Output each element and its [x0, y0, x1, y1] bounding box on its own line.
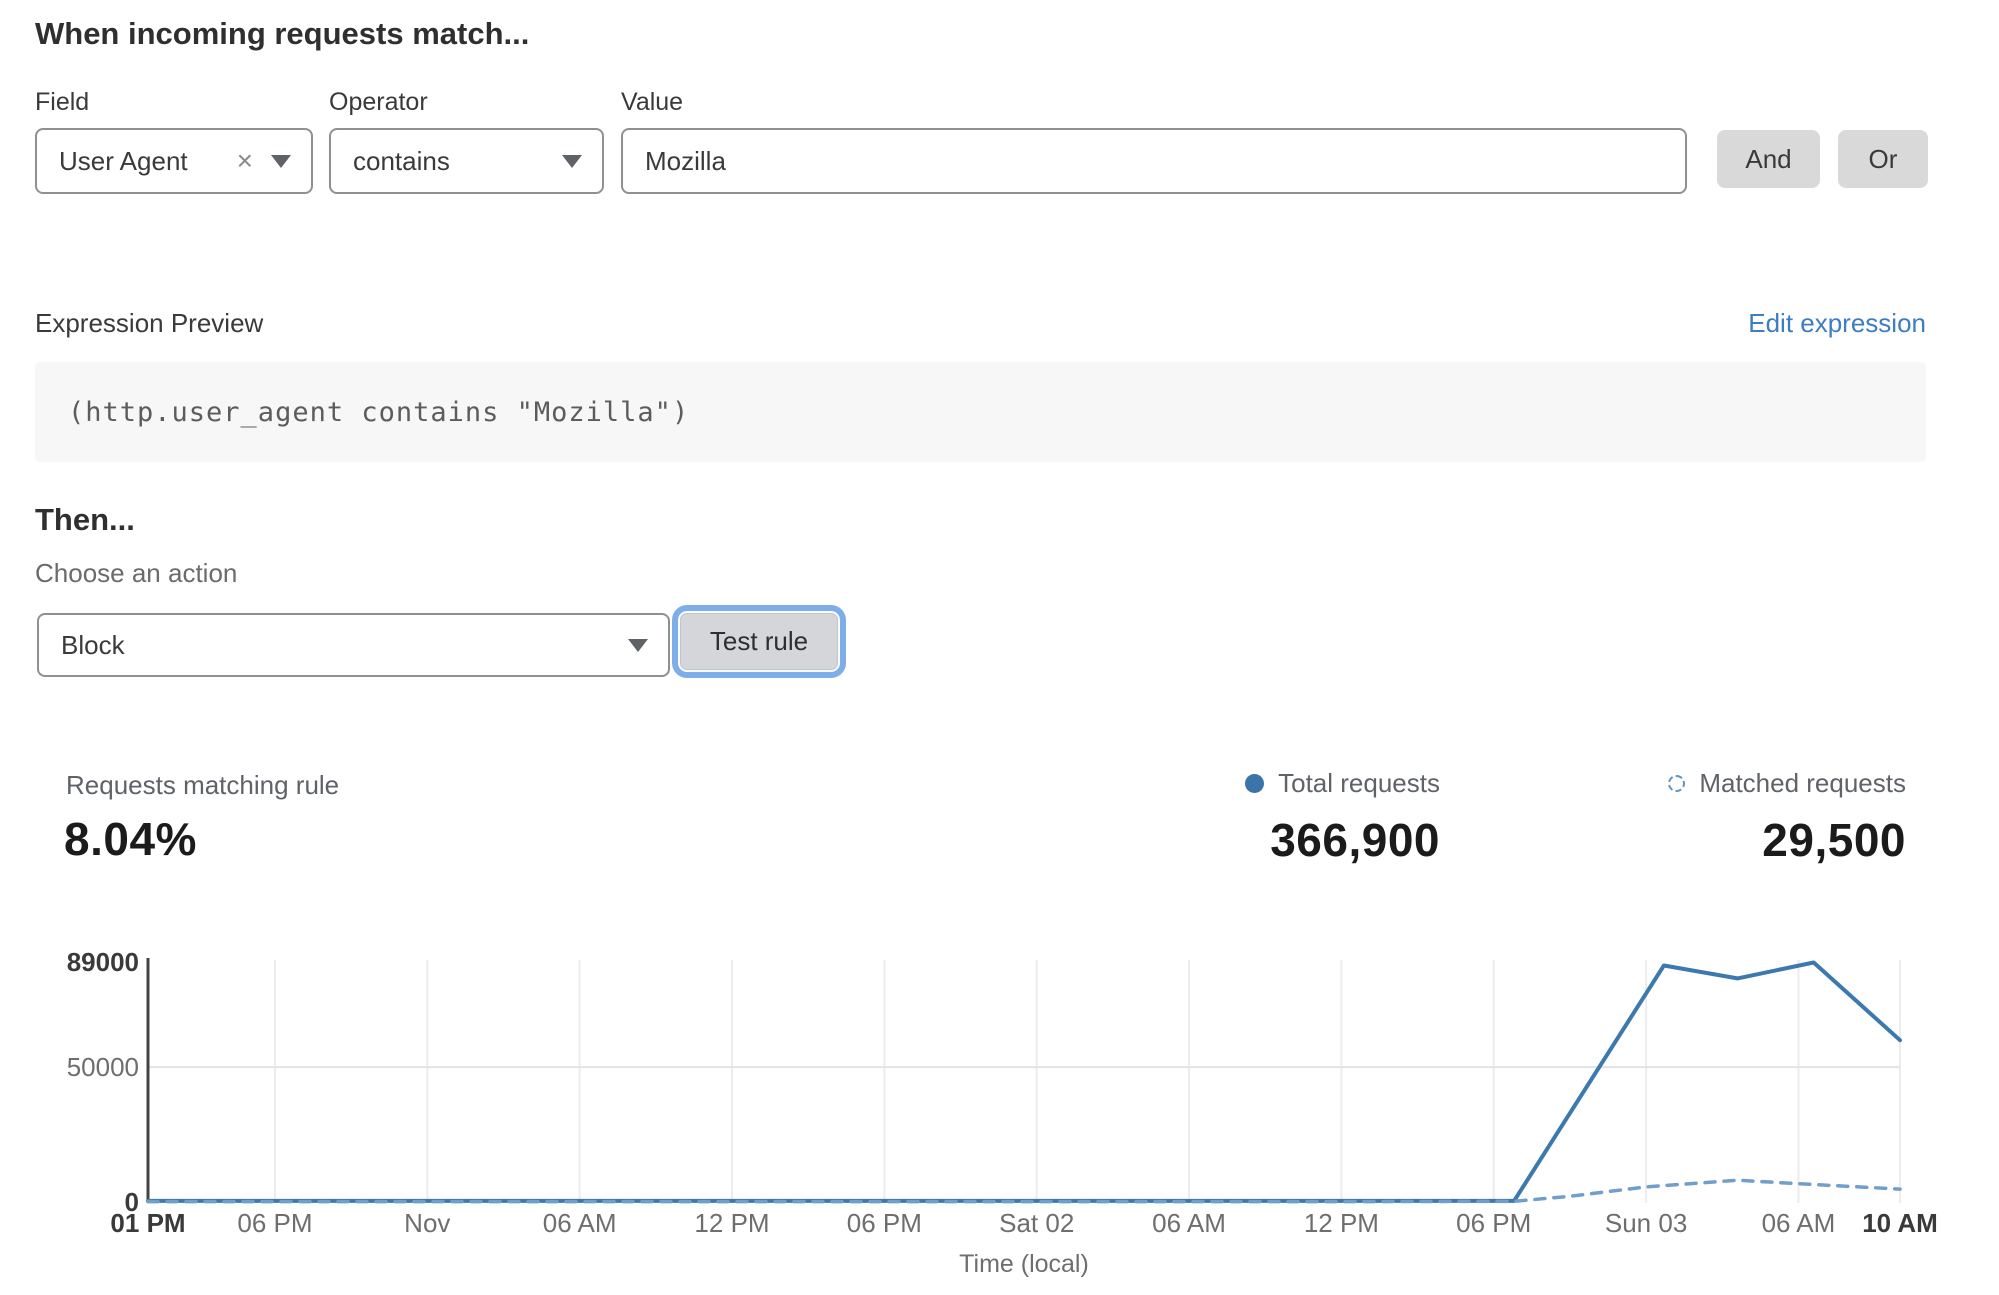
then-heading: Then... [35, 502, 135, 538]
or-button[interactable]: Or [1838, 130, 1928, 188]
requests-chart: 8900050000001 PM06 PMNov06 AM12 PM06 PMS… [0, 940, 1999, 1295]
value-label: Value [621, 88, 683, 117]
chevron-down-icon [628, 639, 648, 652]
matched-requests-legend-icon [1668, 775, 1685, 792]
operator-select-value: contains [331, 146, 562, 177]
svg-text:06 AM: 06 AM [1762, 1208, 1836, 1238]
total-requests-value: 366,900 [1150, 813, 1440, 867]
svg-text:06 PM: 06 PM [237, 1208, 312, 1238]
svg-text:12 PM: 12 PM [694, 1208, 769, 1238]
requests-matching-value: 8.04% [64, 812, 197, 866]
matched-requests-stat: Matched requests 29,500 [1616, 768, 1906, 867]
value-input[interactable] [621, 128, 1687, 194]
matched-requests-value: 29,500 [1616, 813, 1906, 867]
svg-text:01 PM: 01 PM [110, 1208, 185, 1238]
expression-preview-label: Expression Preview [35, 308, 263, 339]
and-button[interactable]: And [1717, 130, 1820, 188]
svg-text:10 AM: 10 AM [1862, 1208, 1938, 1238]
field-select-value: User Agent [37, 146, 237, 177]
svg-text:06 PM: 06 PM [1456, 1208, 1531, 1238]
chevron-down-icon [562, 155, 582, 168]
operator-label: Operator [329, 88, 428, 117]
matched-requests-label: Matched requests [1699, 768, 1906, 799]
field-label: Field [35, 88, 89, 117]
svg-text:Nov: Nov [404, 1208, 450, 1238]
requests-matching-label: Requests matching rule [66, 770, 339, 801]
svg-text:06 PM: 06 PM [847, 1208, 922, 1238]
svg-text:Sun 03: Sun 03 [1605, 1208, 1687, 1238]
total-requests-stat: Total requests 366,900 [1150, 768, 1440, 867]
expression-code-box: (http.user_agent contains "Mozilla") [35, 362, 1926, 462]
page-title: When incoming requests match... [35, 16, 529, 52]
field-select[interactable]: User Agent × [35, 128, 313, 194]
choose-action-label: Choose an action [35, 558, 237, 589]
svg-text:06 AM: 06 AM [1152, 1208, 1226, 1238]
clear-field-icon[interactable]: × [237, 147, 253, 175]
svg-text:89000: 89000 [67, 947, 139, 977]
total-requests-label: Total requests [1278, 768, 1440, 799]
action-select-value: Block [39, 630, 628, 661]
svg-text:Time (local): Time (local) [959, 1250, 1089, 1278]
operator-select[interactable]: contains [329, 128, 604, 194]
svg-text:12 PM: 12 PM [1304, 1208, 1379, 1238]
svg-text:50000: 50000 [67, 1052, 139, 1082]
test-rule-button[interactable]: Test rule [680, 613, 838, 670]
svg-text:06 AM: 06 AM [543, 1208, 617, 1238]
chevron-down-icon [271, 155, 291, 168]
svg-text:Sat 02: Sat 02 [999, 1208, 1074, 1238]
total-requests-legend-icon [1245, 774, 1264, 793]
edit-expression-link[interactable]: Edit expression [1748, 308, 1926, 339]
expression-code: (http.user_agent contains "Mozilla") [35, 397, 689, 428]
action-select[interactable]: Block [37, 613, 670, 677]
